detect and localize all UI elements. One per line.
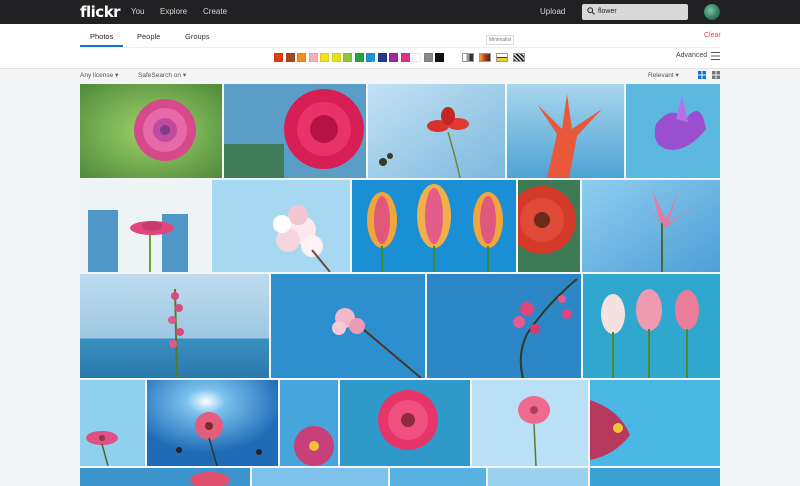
photo-result[interactable] [80,274,269,378]
photo-result[interactable] [626,84,720,178]
color-swatch[interactable] [389,53,398,62]
photo-result[interactable] [80,84,222,178]
menu-icon[interactable] [711,52,720,60]
color-swatch[interactable] [400,53,410,62]
color-swatch[interactable] [423,53,433,62]
patterns-filter[interactable] [513,53,525,62]
search-subnav: Photos People Groups Minimalist Clear Ad… [0,24,800,69]
license-dropdown[interactable]: Any license ▾ [80,71,118,79]
color-swatch[interactable] [285,53,295,62]
photo-result[interactable] [488,468,588,486]
photo-result[interactable] [80,380,145,466]
photo-result[interactable] [340,380,470,466]
photo-result[interactable] [280,380,338,466]
photo-result[interactable] [352,180,516,272]
photo-result[interactable] [583,274,720,378]
sort-value: Relevant [648,72,674,79]
sort-dropdown[interactable]: Relevant ▾ [648,71,679,79]
photo-result[interactable] [212,180,350,272]
safesearch-dropdown[interactable]: SafeSearch on ▾ [138,71,186,79]
active-tab-indicator [80,45,123,47]
top-navigation-bar: flickr You Explore Create Upload flower [0,0,800,24]
style-tooltip: Minimalist [486,35,515,45]
advanced-link[interactable]: Advanced [676,52,707,59]
minimalist-filter[interactable] [496,53,508,62]
photo-result[interactable] [368,84,505,178]
check-icon [367,61,374,67]
photo-result[interactable] [80,468,250,486]
nav-you[interactable]: You [131,7,145,16]
nav-explore[interactable]: Explore [160,7,187,16]
photo-result[interactable] [507,84,624,178]
color-swatch[interactable] [274,53,283,62]
chevron-down-icon: ▾ [182,72,187,79]
photo-result[interactable] [80,180,210,272]
chevron-down-icon: ▾ [115,72,119,79]
photo-result[interactable] [252,468,388,486]
photo-result[interactable] [582,180,720,272]
shallow-depth-of-field-filter[interactable] [479,53,491,62]
photo-result[interactable] [518,180,580,272]
grid-view-icon[interactable] [712,71,720,79]
color-swatch[interactable] [435,53,444,62]
color-swatch[interactable] [320,53,329,62]
color-swatch[interactable] [331,53,341,62]
nav-create[interactable]: Create [203,7,227,16]
color-swatch[interactable] [366,53,375,67]
search-input[interactable]: flower [598,8,617,15]
justified-view-icon[interactable] [698,71,706,79]
photo-result[interactable] [224,84,366,178]
photo-results-grid [80,84,720,486]
color-swatch[interactable] [377,53,387,62]
photo-result[interactable] [390,468,486,486]
safesearch-value: SafeSearch on [138,72,182,79]
photo-result[interactable] [427,274,581,378]
result-filter-bar: Any license ▾ SafeSearch on ▾ Relevant ▾ [0,68,800,84]
color-swatch[interactable] [297,53,306,62]
black-and-white-filter[interactable] [462,53,474,62]
color-swatch[interactable] [354,53,364,62]
color-swatch[interactable] [308,53,318,62]
license-value: Any license [80,72,114,79]
search-box[interactable]: flower [582,4,688,20]
photo-result[interactable] [271,274,425,378]
flickr-logo[interactable]: flickr [80,3,121,21]
upload-link[interactable]: Upload [540,7,565,16]
tab-people[interactable]: People [137,32,160,41]
search-icon [587,7,595,15]
subnav-divider [123,47,720,48]
photo-result[interactable] [590,468,720,486]
tab-photos[interactable]: Photos [90,32,113,41]
tab-groups[interactable]: Groups [185,32,210,41]
photo-result[interactable] [472,380,588,466]
color-swatch[interactable] [343,53,352,62]
color-swatch[interactable] [412,53,421,62]
photo-result[interactable] [147,380,278,466]
clear-filters-link[interactable]: Clear [704,32,721,39]
chevron-down-icon: ▾ [675,72,679,79]
user-avatar[interactable] [704,4,720,20]
photo-result[interactable] [590,380,720,466]
